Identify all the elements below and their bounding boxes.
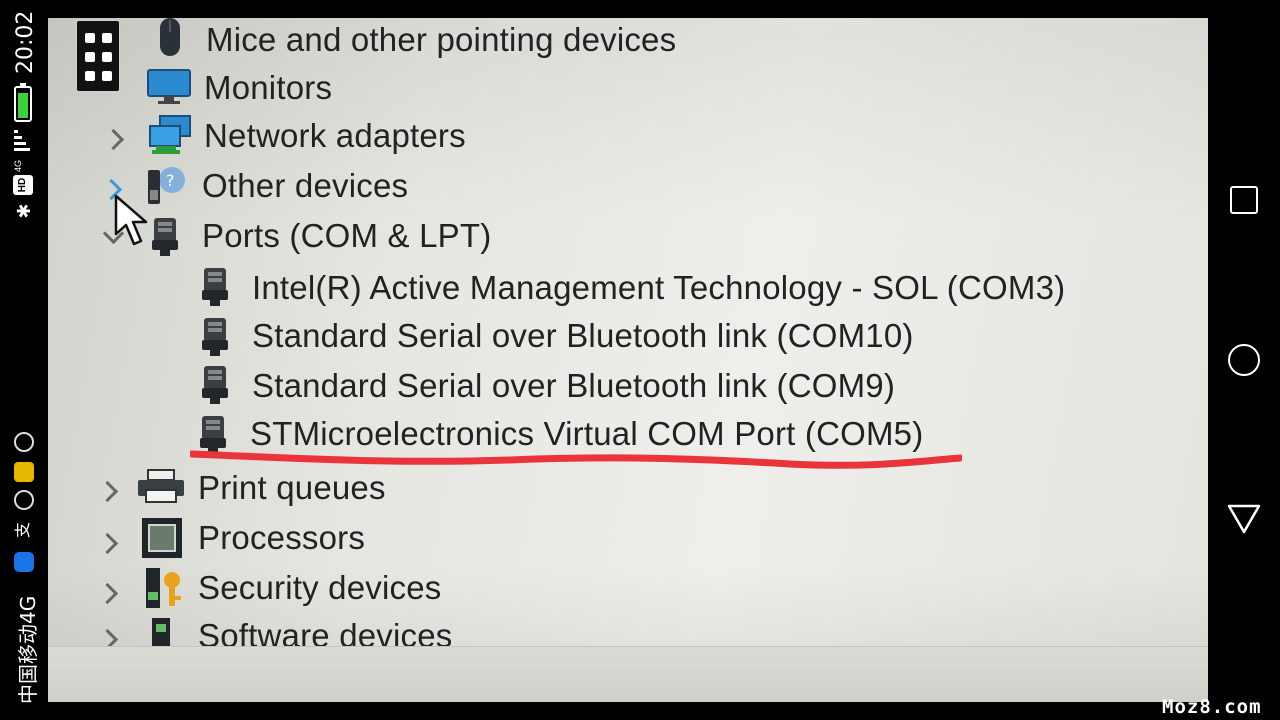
- security-device-icon: [144, 566, 181, 608]
- red-underline-annotation: [190, 450, 962, 469]
- tree-item-security-devices[interactable]: Security devices: [198, 566, 441, 610]
- clock: 20:02: [13, 10, 38, 74]
- mouse-icon: [152, 18, 188, 58]
- port-icon: [200, 316, 230, 356]
- tree-item-label: Processors: [198, 519, 366, 556]
- battery-icon: [14, 83, 32, 122]
- tree-item-label: Mice and other pointing devices: [206, 21, 677, 58]
- processor-icon: [140, 516, 182, 558]
- app-grid-button[interactable]: [76, 20, 120, 92]
- signal-icon: [14, 128, 34, 156]
- tree-item-label: Security devices: [198, 569, 442, 606]
- port-item-label: Intel(R) Active Management Technology - …: [252, 269, 1066, 306]
- port-item-com3[interactable]: Intel(R) Active Management Technology - …: [252, 266, 1065, 310]
- tree-item-label: Ports (COM & LPT): [202, 217, 492, 254]
- port-item-label: Standard Serial over Bluetooth link (COM…: [252, 367, 896, 404]
- network-adapter-icon: [146, 114, 191, 154]
- tree-item-monitors[interactable]: Monitors: [204, 66, 332, 110]
- app-notification-icon: [14, 432, 34, 452]
- port-icon: [200, 266, 230, 306]
- app-notification-icon: [14, 552, 34, 572]
- network-type: 4G: [13, 159, 23, 172]
- bluetooth-icon: ✱: [14, 203, 34, 219]
- tree-item-label: Monitors: [204, 69, 333, 106]
- monitor-icon: [146, 66, 191, 106]
- tree-item-processors[interactable]: Processors: [198, 516, 365, 560]
- port-item-com10[interactable]: Standard Serial over Bluetooth link (COM…: [252, 314, 914, 358]
- hd-badge: HD: [13, 175, 33, 195]
- mouse-cursor-icon: [114, 194, 148, 246]
- tree-item-ports[interactable]: Ports (COM & LPT): [202, 214, 491, 258]
- status-bar: 20:02 4G HD ✱ 支 中国移动4G: [0, 0, 48, 720]
- home-button[interactable]: [1228, 344, 1260, 376]
- tree-item-mice[interactable]: Mice and other pointing devices: [206, 18, 676, 62]
- watermark: Moz8.com: [1162, 696, 1262, 718]
- app-notification-icon: 支: [15, 522, 32, 539]
- device-manager-photo: Mice and other pointing devices Monitors…: [48, 18, 1208, 702]
- port-item-label: Standard Serial over Bluetooth link (COM…: [252, 317, 914, 354]
- hotspot-icon: [14, 490, 34, 510]
- port-icon: [150, 216, 180, 256]
- printer-icon: [136, 466, 184, 506]
- svg-text:?: ?: [166, 171, 175, 190]
- tree-item-label: Network adapters: [204, 117, 466, 154]
- carrier-name: 中国移动4G: [16, 595, 40, 704]
- port-item-com9[interactable]: Standard Serial over Bluetooth link (COM…: [252, 364, 895, 408]
- tree-item-other-devices[interactable]: Other devices: [202, 164, 408, 208]
- port-icon: [200, 364, 230, 404]
- window-bottom-edge: [48, 646, 1208, 702]
- tree-item-network-adapters[interactable]: Network adapters: [204, 114, 466, 158]
- tree-item-label: Other devices: [202, 167, 409, 204]
- back-button[interactable]: [1226, 500, 1262, 536]
- recent-apps-button[interactable]: [1230, 186, 1258, 214]
- app-notification-icon: [14, 462, 34, 482]
